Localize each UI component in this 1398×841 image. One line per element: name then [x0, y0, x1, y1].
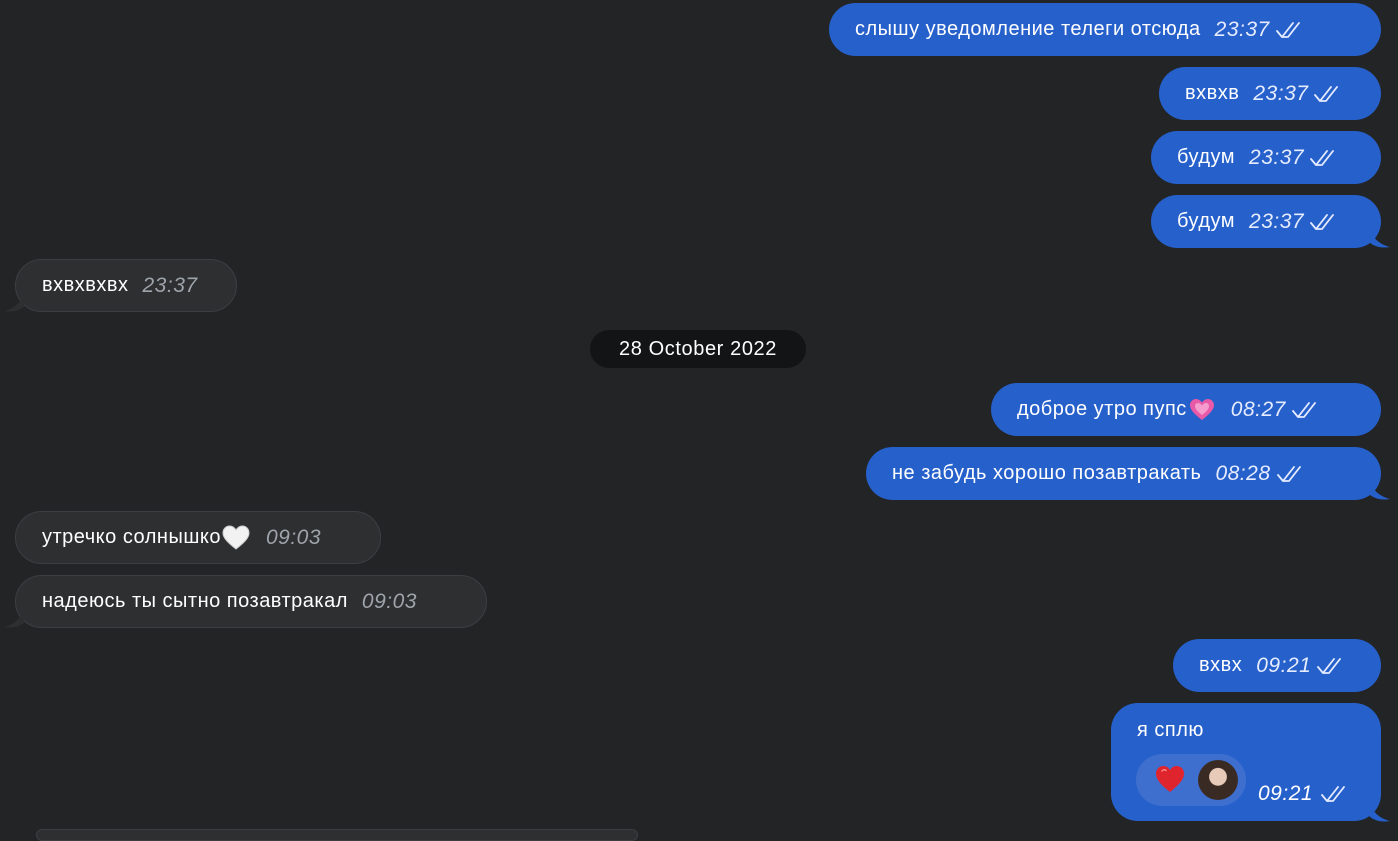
message-time: 23:37	[1214, 17, 1270, 41]
message-text: я сплю	[1137, 719, 1204, 741]
message-time: 23:37	[1253, 81, 1309, 105]
double-check-icon	[1310, 149, 1335, 166]
chat-history: слышу уведомление телеги отсюда 23:37 вх…	[0, 0, 1398, 841]
message-time: 23:37	[142, 273, 198, 297]
message-time: 09:21	[1258, 782, 1314, 805]
date-separator: 28 October 2022	[590, 330, 806, 368]
message-outgoing[interactable]: будум 23:37	[1151, 131, 1381, 184]
date-separator-text: 28 October 2022	[619, 337, 777, 360]
message-time: 09:21	[1256, 653, 1312, 677]
double-check-icon	[1317, 657, 1342, 674]
reaction-chip[interactable]	[1136, 754, 1246, 806]
double-check-icon	[1291, 401, 1316, 418]
red-heart-icon	[1156, 766, 1184, 792]
bubble-tail	[4, 293, 24, 312]
double-check-icon	[1321, 786, 1345, 802]
bubble-tail	[4, 609, 24, 628]
avatar	[1198, 760, 1238, 800]
message-time: 08:27	[1230, 397, 1286, 421]
message-time: 09:03	[265, 525, 322, 549]
bubble-tail	[1370, 803, 1390, 822]
message-incoming[interactable]: вхвхвхвх 23:37	[15, 259, 237, 312]
bubble-tail	[1370, 481, 1390, 500]
message-time: 08:28	[1215, 461, 1271, 485]
message-time: 09:03	[361, 589, 417, 613]
message-text: не забудь хорошо позавтракать	[892, 462, 1202, 484]
message-text: утречко солнышко	[42, 526, 221, 548]
message-time: 23:37	[1249, 209, 1305, 233]
message-outgoing[interactable]: слышу уведомление телеги отсюда 23:37	[829, 3, 1381, 56]
double-check-icon	[1310, 213, 1335, 230]
double-check-icon	[1276, 465, 1301, 482]
message-outgoing[interactable]: я сплю 09:21	[1111, 703, 1381, 821]
message-outgoing[interactable]: не забудь хорошо позавтракать 08:28	[866, 447, 1381, 500]
message-text: будум	[1177, 210, 1236, 232]
message-outgoing[interactable]: будум 23:37	[1151, 195, 1381, 248]
message-outgoing[interactable]: доброе утро пупс 08:27	[991, 383, 1381, 436]
message-text: слышу уведомление телеги отсюда	[855, 18, 1201, 40]
message-text: вхвхвхвх	[42, 274, 129, 296]
message-incoming-partial	[36, 829, 638, 841]
message-incoming[interactable]: утречко солнышко 09:03	[15, 511, 381, 564]
message-text: вхвхв	[1185, 82, 1240, 104]
message-time: 23:37	[1249, 145, 1305, 169]
message-outgoing[interactable]: вхвх 09:21	[1173, 639, 1381, 692]
double-check-icon	[1275, 21, 1300, 38]
bubble-tail	[1370, 229, 1390, 248]
message-outgoing[interactable]: вхвхв 23:37	[1159, 67, 1381, 120]
message-text: будум	[1177, 146, 1236, 168]
message-text: вхвх	[1199, 654, 1243, 676]
message-text: надеюсь ты сытно позавтракал	[42, 590, 348, 612]
white-heart-icon	[222, 524, 250, 550]
sparkling-heart-icon	[1189, 398, 1214, 420]
double-check-icon	[1314, 85, 1339, 102]
message-incoming[interactable]: надеюсь ты сытно позавтракал 09:03	[15, 575, 487, 628]
message-text: доброе утро пупс	[1017, 398, 1187, 420]
